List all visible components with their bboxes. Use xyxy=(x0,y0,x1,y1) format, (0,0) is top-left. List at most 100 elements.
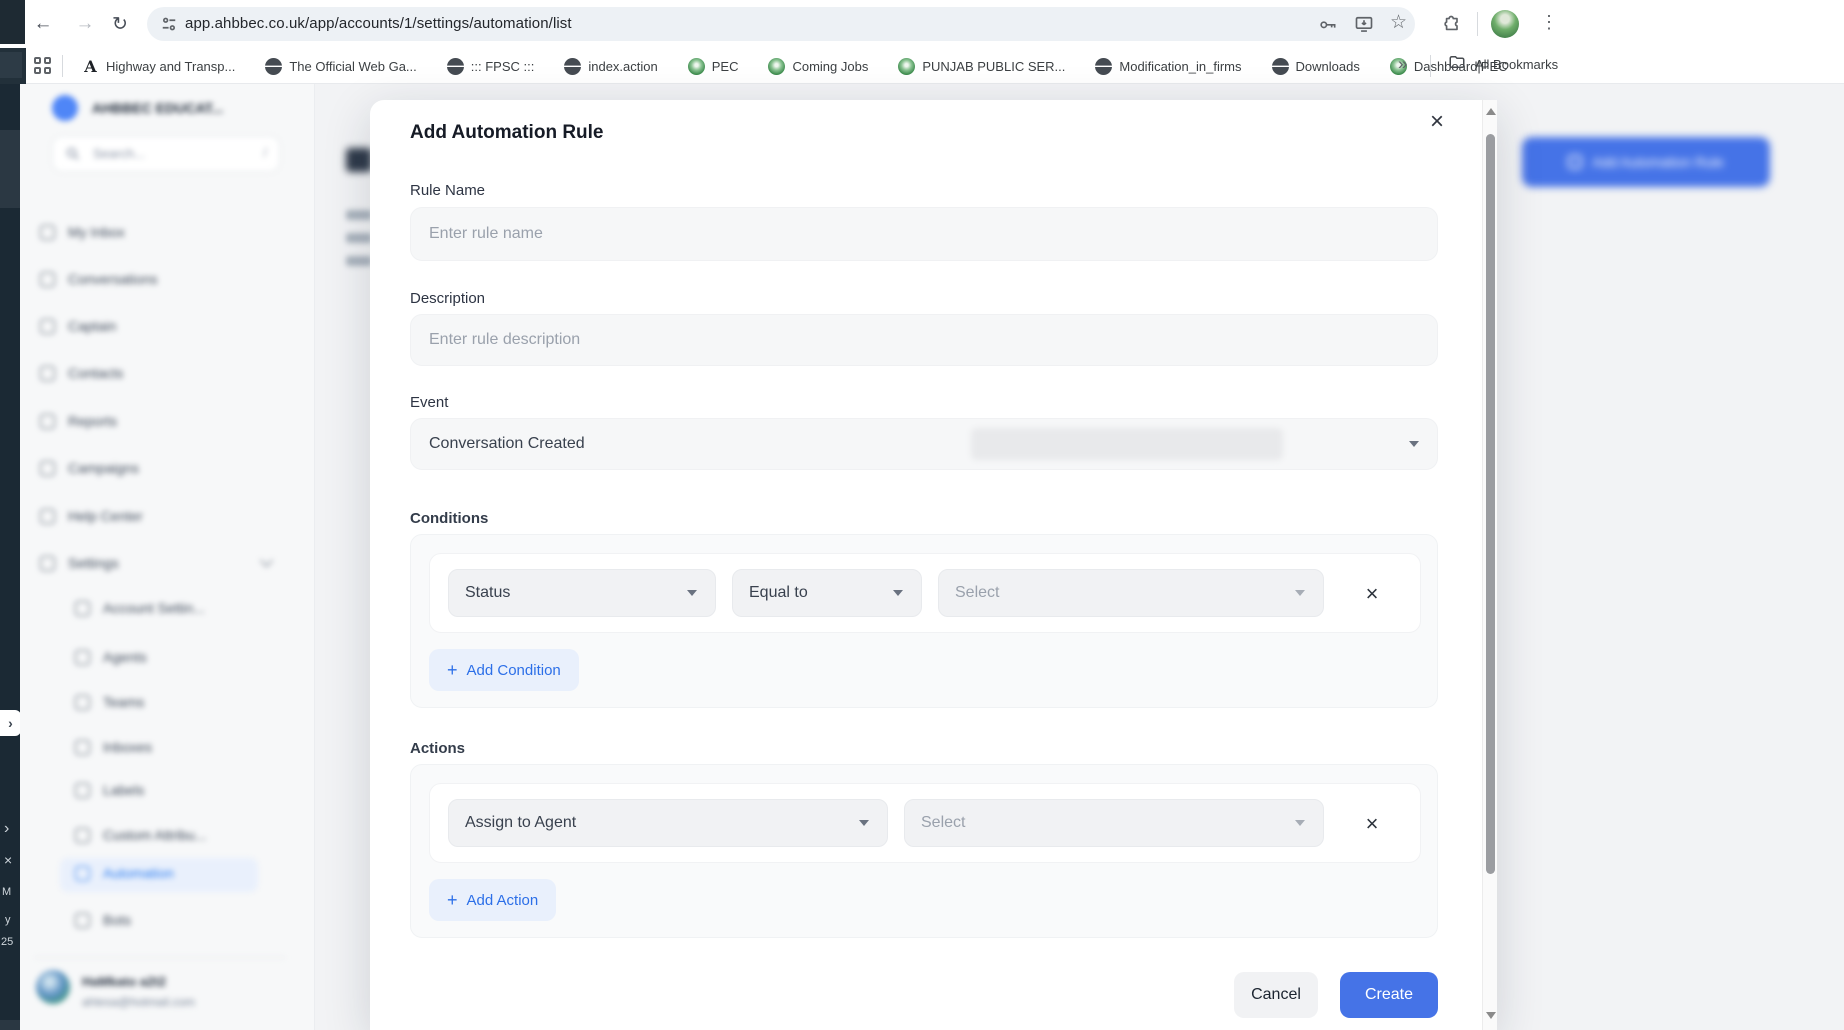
forward-button[interactable]: → xyxy=(72,11,98,37)
password-key-icon[interactable] xyxy=(1318,14,1338,34)
chevron-down-icon xyxy=(1409,441,1419,447)
action-value-select[interactable]: Select xyxy=(904,799,1324,847)
bookmark-item[interactable]: Modification_in_firms xyxy=(1093,53,1243,79)
people-icon xyxy=(40,366,55,381)
strip-shade xyxy=(0,130,20,208)
bookmark-item[interactable]: Highway and Transp... xyxy=(80,53,237,79)
condition-value-select[interactable]: Select xyxy=(938,569,1324,617)
rule-name-input[interactable] xyxy=(411,208,1437,260)
toolbar-separator xyxy=(1477,12,1478,36)
bookmark-item[interactable]: PUNJAB PUBLIC SER... xyxy=(896,53,1067,79)
sidebar-item-agents[interactable]: Agents xyxy=(75,642,147,672)
bookmark-item[interactable]: index.action xyxy=(562,53,659,79)
wand-icon xyxy=(75,866,90,881)
all-bookmarks-button[interactable]: All Bookmarks xyxy=(1448,53,1558,76)
sidebar-item-contacts[interactable]: Contacts xyxy=(40,358,123,388)
actions-label: Actions xyxy=(410,740,465,757)
sparkle-icon xyxy=(40,319,55,334)
plus-icon xyxy=(1568,155,1582,169)
install-app-icon[interactable] xyxy=(1354,14,1374,34)
text-fragment: 25 xyxy=(1,936,13,948)
add-condition-button[interactable]: + Add Condition xyxy=(429,649,579,691)
globe-favicon xyxy=(265,58,282,75)
user-avatar[interactable] xyxy=(36,970,70,1004)
modal-scrollbar[interactable] xyxy=(1482,100,1497,1030)
scroll-down-arrow[interactable] xyxy=(1486,1012,1496,1019)
profile-avatar[interactable] xyxy=(1491,10,1519,38)
sidebar-item-inboxes[interactable]: Inboxes xyxy=(75,732,152,762)
bookmark-item[interactable]: Downloads xyxy=(1270,53,1362,79)
sidebar-item-custom-attributes[interactable]: Custom Attribu... xyxy=(75,820,206,850)
inbox-icon xyxy=(40,225,55,240)
page-text-fragment xyxy=(346,256,372,266)
emblem-favicon xyxy=(768,58,785,75)
address-bar[interactable]: app.ahbbec.co.uk/app/accounts/1/settings… xyxy=(147,7,1415,41)
sidebar-item-teams[interactable]: Teams xyxy=(75,687,144,717)
sidebar-item-captain[interactable]: Captain xyxy=(40,311,116,341)
extensions-icon[interactable] xyxy=(1442,14,1462,34)
bookmarks-overflow-button[interactable]: » xyxy=(1398,54,1407,74)
search-input[interactable]: Search... / xyxy=(52,136,280,172)
plus-icon: + xyxy=(447,890,458,911)
page-text-fragment xyxy=(346,210,372,220)
org-avatar[interactable] xyxy=(52,95,78,121)
bookmarks-separator xyxy=(1430,55,1431,77)
globe-favicon xyxy=(564,58,581,75)
book-icon xyxy=(40,509,55,524)
add-automation-rule-button[interactable]: Add Automation Rule xyxy=(1522,137,1770,187)
bookmark-item[interactable]: PEC xyxy=(686,53,741,79)
close-icon[interactable]: × xyxy=(1423,108,1451,136)
sidebar-item-reports[interactable]: Reports xyxy=(40,406,117,436)
cancel-button[interactable]: Cancel xyxy=(1234,972,1318,1018)
sidebar-item-labels[interactable]: Labels xyxy=(75,775,144,805)
description-input[interactable] xyxy=(411,315,1437,365)
back-button[interactable]: ← xyxy=(30,11,56,37)
sidebar-item-automation[interactable]: Automation xyxy=(75,858,174,888)
bookmark-item[interactable]: ::: FPSC ::: xyxy=(445,53,537,79)
condition-attribute-select[interactable]: Status xyxy=(448,569,716,617)
action-type-select[interactable]: Assign to Agent xyxy=(448,799,888,847)
create-button[interactable]: Create xyxy=(1340,972,1438,1018)
condition-operator-select[interactable]: Equal to xyxy=(732,569,922,617)
bookmark-item[interactable]: Coming Jobs xyxy=(766,53,870,79)
browser-menu-icon[interactable]: ⋮ xyxy=(1540,12,1558,33)
browser-toolbar: ← → ↻ app.ahbbec.co.uk/app/accounts/1/se… xyxy=(0,0,1844,48)
bookmark-item[interactable]: The Official Web Ga... xyxy=(263,53,418,79)
sidebar-divider xyxy=(34,957,286,958)
sidebar-item-conversations[interactable]: Conversations xyxy=(40,264,158,294)
agent-icon xyxy=(75,650,90,665)
bookmark-star-icon[interactable]: ☆ xyxy=(1390,11,1410,31)
event-select[interactable]: Conversation Created xyxy=(410,418,1438,470)
description-label: Description xyxy=(410,290,485,307)
sidebar-item-help-center[interactable]: Help Center xyxy=(40,501,143,531)
sidebar-item-account-settings[interactable]: Account Settin... xyxy=(75,593,205,623)
bookmarks-list: Highway and Transp... The Official Web G… xyxy=(80,48,1510,84)
robot-icon xyxy=(75,913,90,928)
site-info-icon[interactable] xyxy=(159,14,179,34)
chevron-right-icon[interactable]: › xyxy=(4,820,9,838)
globe-favicon xyxy=(1272,58,1289,75)
sidebar-item-campaigns[interactable]: Campaigns xyxy=(40,453,139,483)
scrollbar-thumb[interactable] xyxy=(1486,134,1495,874)
chat-bubble-icon xyxy=(40,272,55,287)
close-icon[interactable]: × xyxy=(4,852,12,868)
expand-sidebar-button[interactable]: › xyxy=(0,710,21,736)
rule-name-field xyxy=(410,207,1438,261)
sidebar-item-my-inbox[interactable]: My Inbox xyxy=(40,217,125,247)
code-icon xyxy=(75,828,90,843)
apps-grid-icon[interactable] xyxy=(34,57,52,75)
add-action-button[interactable]: + Add Action xyxy=(429,879,556,921)
org-name[interactable]: AHBBEC EDUCAT... xyxy=(92,100,223,116)
letter-a-favicon xyxy=(82,58,99,75)
sidebar-item-bots[interactable]: Bots xyxy=(75,905,131,935)
remove-action-button[interactable]: × xyxy=(1358,810,1386,838)
background-bleed-artifact xyxy=(971,428,1283,460)
sidebar-item-settings[interactable]: Settings xyxy=(40,548,260,578)
globe-favicon xyxy=(447,58,464,75)
megaphone-icon xyxy=(40,461,55,476)
chevron-down-icon xyxy=(893,590,903,596)
scroll-up-arrow[interactable] xyxy=(1486,108,1496,115)
refresh-button[interactable]: ↻ xyxy=(107,11,133,37)
mail-inbox-icon xyxy=(75,740,90,755)
remove-condition-button[interactable]: × xyxy=(1358,580,1386,608)
